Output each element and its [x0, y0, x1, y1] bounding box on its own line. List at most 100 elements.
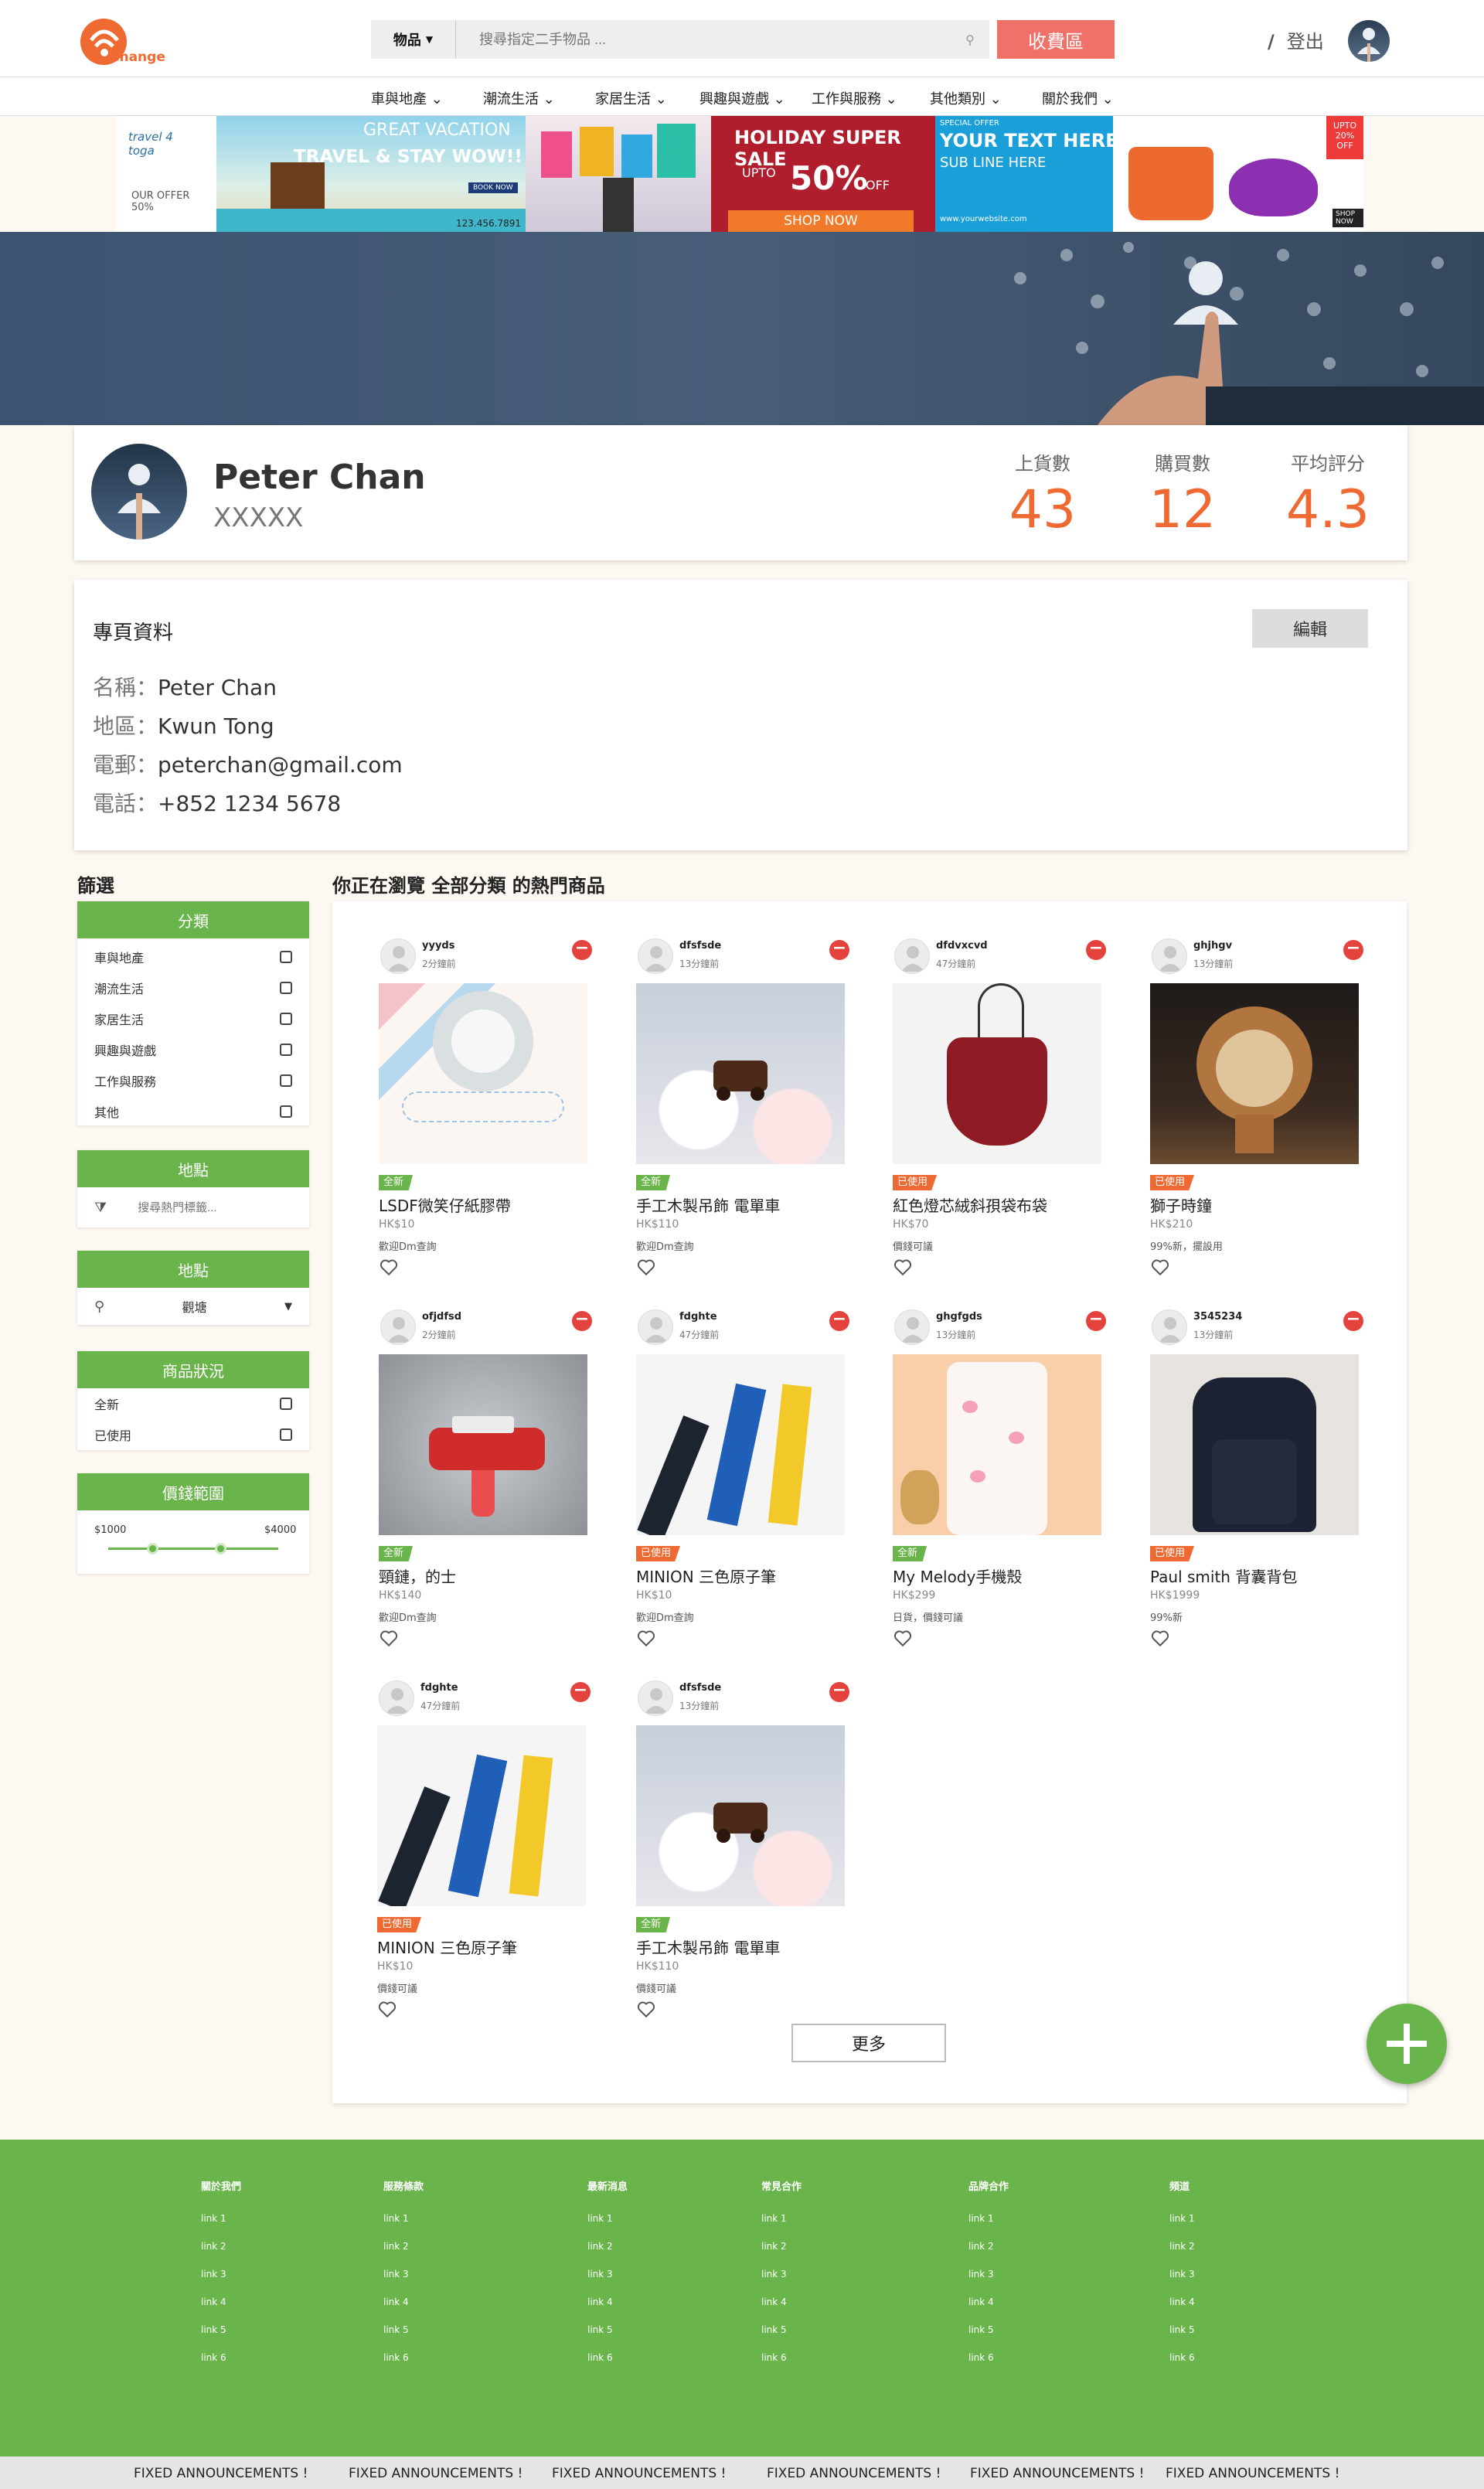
filter-category-row[interactable]: 工作與服務 — [77, 1065, 309, 1096]
heart-icon[interactable] — [1150, 1257, 1170, 1277]
search-input[interactable] — [456, 20, 951, 59]
ad-bag-offer[interactable]: SPECIAL OFFER YOUR TEXT HERE SUB LINE HE… — [935, 116, 1363, 232]
ad-holiday-shop[interactable]: SHOP NOW — [728, 210, 914, 232]
footer-link[interactable]: link 5 — [1169, 2324, 1195, 2352]
footer-link[interactable]: link 2 — [761, 2241, 802, 2269]
heart-icon[interactable] — [636, 1628, 656, 1648]
filter-condition-row[interactable]: 已使用 — [77, 1419, 309, 1450]
heart-icon[interactable] — [636, 1257, 656, 1277]
footer-link[interactable]: link 5 — [587, 2324, 628, 2352]
footer-link[interactable]: link 6 — [761, 2352, 802, 2380]
remove-icon[interactable]: − — [572, 940, 592, 960]
remove-icon[interactable]: − — [1343, 1311, 1363, 1331]
product-image[interactable] — [379, 1354, 587, 1535]
site-logo[interactable]: Change — [74, 9, 167, 71]
remove-icon[interactable]: − — [829, 1311, 849, 1331]
remove-icon[interactable]: − — [829, 1682, 849, 1702]
footer-link[interactable]: link 3 — [761, 2269, 802, 2297]
filter-category-row[interactable]: 車與地產 — [77, 941, 309, 972]
price-max-handle[interactable] — [215, 1543, 226, 1554]
heart-icon[interactable] — [893, 1257, 913, 1277]
heart-icon[interactable] — [377, 1999, 397, 2019]
product-image[interactable] — [377, 1725, 586, 1906]
footer-link[interactable]: link 3 — [383, 2269, 424, 2297]
product-card[interactable]: dfsfsde 13分鐘前 − 全新 手工木製吊飾 電單車 HK$110 價錢可… — [636, 1680, 860, 2044]
product-card[interactable]: fdghte 47分鐘前 − 已使用 MINION 三色原子筆 HK$10 價錢… — [377, 1680, 601, 2044]
product-title[interactable]: LSDF微笑仔紙膠帶 — [379, 1193, 511, 1216]
footer-link[interactable]: link 1 — [761, 2213, 802, 2241]
product-card[interactable]: yyyds 2分鐘前 − 全新 LSDF微笑仔紙膠帶 HK$10 歡迎Dm查詢 — [379, 938, 603, 1302]
footer-link[interactable]: link 1 — [383, 2213, 424, 2241]
footer-link[interactable]: link 4 — [383, 2297, 424, 2324]
product-title[interactable]: My Melody手機殼 — [893, 1565, 1022, 1587]
search-category-select[interactable]: 物品 ▼ — [371, 20, 456, 59]
nav-item-others[interactable]: 其他類別 ⌄ — [930, 88, 1002, 108]
filter-category-row[interactable]: 興趣與遊戲 — [77, 1034, 309, 1065]
checkbox[interactable] — [280, 1074, 292, 1087]
product-image[interactable] — [636, 1725, 845, 1906]
product-title[interactable]: Paul smith 背囊背包 — [1150, 1565, 1297, 1587]
product-image[interactable] — [1150, 983, 1359, 1164]
add-product-button[interactable] — [1367, 2004, 1447, 2084]
footer-link[interactable]: link 5 — [383, 2324, 424, 2352]
remove-icon[interactable]: − — [1086, 1311, 1106, 1331]
nav-item-property[interactable]: 車與地產 ⌄ — [371, 88, 443, 108]
remove-icon[interactable]: − — [829, 940, 849, 960]
checkbox[interactable] — [280, 1398, 292, 1410]
product-title[interactable]: MINION 三色原子筆 — [636, 1565, 776, 1587]
product-card[interactable]: dfdvxcvd 47分鐘前 − 已使用 紅色燈芯絨斜孭袋布袋 HK$70 價錢… — [893, 938, 1117, 1302]
nav-item-about[interactable]: 關於我們 ⌄ — [1042, 88, 1114, 108]
checkbox[interactable] — [280, 982, 292, 994]
heart-icon[interactable] — [636, 1999, 656, 2019]
ad-travel[interactable]: travel 4 toga OUR OFFER 50% GREAT VACATI… — [116, 116, 526, 232]
heart-icon[interactable] — [893, 1628, 913, 1648]
footer-link[interactable]: link 2 — [1169, 2241, 1195, 2269]
filter-category-row[interactable]: 家居生活 — [77, 1003, 309, 1034]
product-image[interactable] — [379, 983, 587, 1164]
heart-icon[interactable] — [1150, 1628, 1170, 1648]
checkbox[interactable] — [280, 1013, 292, 1025]
footer-link[interactable]: link 1 — [1169, 2213, 1195, 2241]
product-image[interactable] — [1150, 1354, 1359, 1535]
footer-link[interactable]: link 6 — [201, 2352, 241, 2380]
footer-link[interactable]: link 4 — [587, 2297, 628, 2324]
load-more-button[interactable]: 更多 — [791, 2024, 946, 2062]
footer-link[interactable]: link 2 — [383, 2241, 424, 2269]
footer-link[interactable]: link 1 — [968, 2213, 1009, 2241]
filter-category-row[interactable]: 潮流生活 — [77, 972, 309, 1003]
heart-icon[interactable] — [379, 1257, 399, 1277]
product-title[interactable]: 手工木製吊飾 電單車 — [636, 1193, 780, 1216]
footer-link[interactable]: link 2 — [968, 2241, 1009, 2269]
product-card[interactable]: fdghte 47分鐘前 − 已使用 MINION 三色原子筆 HK$10 歡迎… — [636, 1309, 860, 1673]
footer-link[interactable]: link 6 — [1169, 2352, 1195, 2380]
checkbox[interactable] — [280, 1044, 292, 1056]
remove-icon[interactable]: − — [570, 1682, 591, 1702]
footer-link[interactable]: link 4 — [761, 2297, 802, 2324]
logout-link[interactable]: / 登出 — [1268, 26, 1324, 53]
remove-icon[interactable]: − — [1086, 940, 1106, 960]
product-image[interactable] — [893, 983, 1101, 1164]
edit-button[interactable]: 編輯 — [1252, 609, 1368, 648]
checkbox[interactable] — [280, 1428, 292, 1441]
footer-link[interactable]: link 6 — [383, 2352, 424, 2380]
product-title[interactable]: 頸鏈，的士 — [379, 1565, 456, 1587]
heart-icon[interactable] — [379, 1628, 399, 1648]
price-min-handle[interactable] — [147, 1543, 158, 1554]
user-avatar[interactable] — [1348, 20, 1390, 62]
location-select[interactable]: ⚲ 觀塘 ▼ — [77, 1288, 309, 1325]
product-title[interactable]: MINION 三色原子筆 — [377, 1936, 517, 1958]
remove-icon[interactable]: − — [1343, 940, 1363, 960]
paid-area-button[interactable]: 收費區 — [997, 20, 1115, 59]
ad-travel-book[interactable]: BOOK NOW — [468, 182, 518, 193]
search-icon[interactable]: ⚲ — [951, 32, 989, 47]
ad-bag-shop[interactable]: SHOP NOW — [1333, 209, 1363, 227]
footer-link[interactable]: link 3 — [587, 2269, 628, 2297]
footer-link[interactable]: link 4 — [201, 2297, 241, 2324]
filter-tag-input-row[interactable]: ⧩ — [77, 1187, 309, 1227]
product-image[interactable] — [636, 1354, 845, 1535]
filter-category-row[interactable]: 其他 — [77, 1096, 309, 1127]
product-card[interactable]: dfsfsde 13分鐘前 − 全新 手工木製吊飾 電單車 HK$110 歡迎D… — [636, 938, 860, 1302]
product-image[interactable] — [636, 983, 845, 1164]
footer-link[interactable]: link 1 — [587, 2213, 628, 2241]
tag-search-input[interactable] — [138, 1200, 277, 1214]
